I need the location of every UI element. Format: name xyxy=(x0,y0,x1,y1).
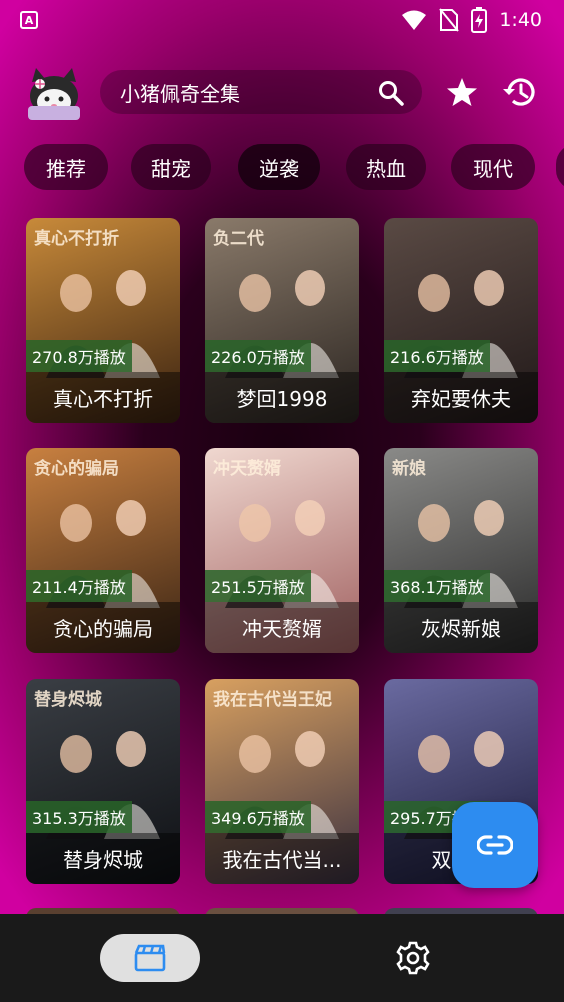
play-count-badge: 211.4万播放 xyxy=(26,570,132,602)
poster-title-art: 负二代 xyxy=(213,229,264,249)
poster-title-art: 新娘 xyxy=(392,459,426,479)
drama-title: 冲天赘婿 xyxy=(205,602,359,653)
drama-card[interactable]: 贪心的骗局 211.4万播放 贪心的骗局 xyxy=(26,448,180,653)
header: 小猪佩奇全集 xyxy=(0,62,564,122)
play-count-badge: 349.6万播放 xyxy=(205,801,311,833)
wifi-icon xyxy=(402,10,427,30)
drama-title: 弃妃要休夫 xyxy=(384,372,538,423)
poster-title-art: 替身烬城 xyxy=(34,690,102,710)
poster-title-art: 贪心的骗局 xyxy=(34,459,119,479)
drama-card[interactable]: 新娘 368.1万播放 灰烬新娘 xyxy=(384,448,538,653)
search-icon[interactable] xyxy=(378,80,404,106)
play-count-badge: 315.3万播放 xyxy=(26,801,132,833)
play-count-badge: 216.6万播放 xyxy=(384,340,490,372)
link-button[interactable] xyxy=(452,802,538,888)
search-bar[interactable]: 小猪佩奇全集 xyxy=(100,70,422,114)
play-count-badge: 251.5万播放 xyxy=(205,570,311,602)
tab-modern[interactable]: 现代 xyxy=(451,144,535,190)
drama-card[interactable]: 真心不打折 270.8万播放 真心不打折 xyxy=(26,218,180,423)
tab-more[interactable] xyxy=(556,144,564,190)
nav-video-tab[interactable] xyxy=(100,934,200,982)
history-icon[interactable] xyxy=(502,74,538,110)
drama-card[interactable]: 我在古代当王妃 349.6万播放 我在古代当... xyxy=(205,679,359,884)
tab-recommend[interactable]: 推荐 xyxy=(24,144,108,190)
status-bar: A 1:40 xyxy=(0,0,564,40)
no-sim-icon xyxy=(439,8,460,32)
play-count-badge: 368.1万播放 xyxy=(384,570,490,602)
search-input[interactable]: 小猪佩奇全集 xyxy=(120,78,240,107)
link-icon xyxy=(477,835,513,855)
avatar[interactable] xyxy=(26,66,82,120)
category-tabs: 推荐 甜宠 逆袭 热血 现代 xyxy=(24,144,564,192)
poster-title-art: 冲天赘婿 xyxy=(213,459,281,479)
bottom-navigation xyxy=(0,914,564,1002)
drama-title: 我在古代当... xyxy=(205,833,359,884)
tab-sweet-romance[interactable]: 甜宠 xyxy=(131,144,211,190)
app-notification-icon: A xyxy=(20,11,38,29)
poster-title-art: 我在古代当王妃 xyxy=(213,690,332,710)
clock: 1:40 xyxy=(499,9,542,31)
drama-title: 真心不打折 xyxy=(26,372,180,423)
play-count-badge: 270.8万播放 xyxy=(26,340,132,372)
poster-title-art: 真心不打折 xyxy=(34,229,119,249)
tab-comeback[interactable]: 逆袭 xyxy=(238,144,320,190)
drama-card[interactable]: 替身烬城 315.3万播放 替身烬城 xyxy=(26,679,180,884)
star-icon[interactable] xyxy=(446,76,478,108)
drama-title: 灰烬新娘 xyxy=(384,602,538,653)
drama-title: 替身烬城 xyxy=(26,833,180,884)
drama-title: 贪心的骗局 xyxy=(26,602,180,653)
settings-gear-icon[interactable] xyxy=(395,940,431,976)
drama-card[interactable]: 负二代 226.0万播放 梦回1998 xyxy=(205,218,359,423)
clapperboard-icon xyxy=(134,944,166,972)
drama-card[interactable]: 冲天赘婿 251.5万播放 冲天赘婿 xyxy=(205,448,359,653)
tab-passion[interactable]: 热血 xyxy=(346,144,426,190)
drama-card[interactable]: 216.6万播放 弃妃要休夫 xyxy=(384,218,538,423)
battery-charging-icon xyxy=(471,7,488,33)
drama-title: 梦回1998 xyxy=(205,372,359,423)
play-count-badge: 226.0万播放 xyxy=(205,340,311,372)
